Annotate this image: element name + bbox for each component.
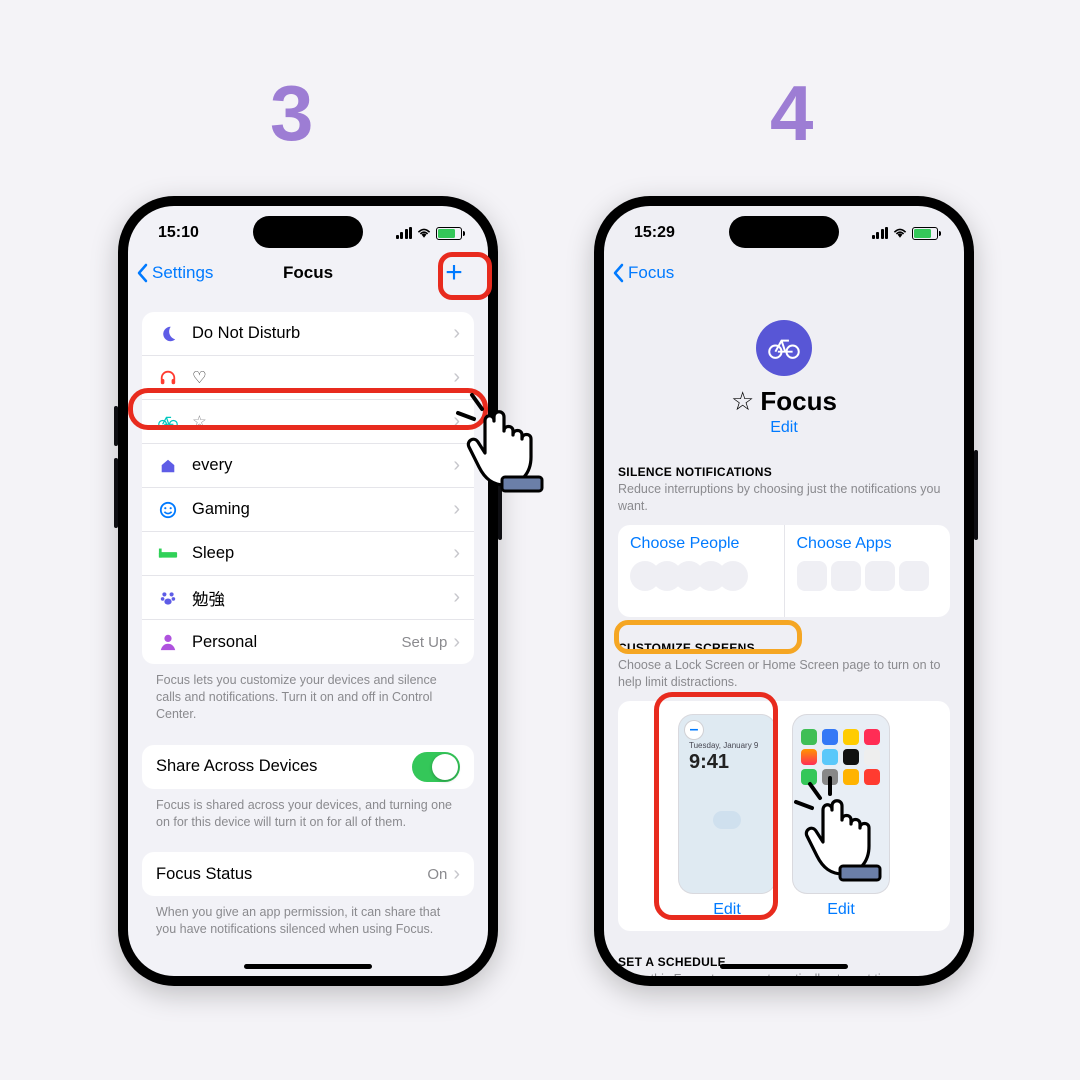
chevron-icon: › [453,454,460,477]
home-indicator[interactable] [244,964,372,969]
row-label: ♡ [192,368,453,388]
edit-link[interactable]: Edit [618,419,950,437]
customize-sub: Choose a Lock Screen or Home Screen page… [618,657,950,691]
dynamic-island [253,216,363,248]
silence-sub: Reduce interruptions by choosing just th… [618,481,950,515]
focus-footer: Focus lets you customize your devices an… [142,664,474,723]
share-row[interactable]: Share Across Devices [142,745,474,789]
lock-edit-link[interactable]: Edit [679,901,775,919]
chevron-icon: › [453,631,460,654]
battery-icon [436,227,462,240]
status-time: 15:29 [634,224,675,242]
paw-icon [156,589,180,607]
lock-date: Tuesday, January 9 [689,741,758,750]
silence-title: SILENCE NOTIFICATIONS [618,465,950,479]
share-label: Share Across Devices [156,757,412,776]
chevron-icon: › [453,863,460,886]
focus-row-dnd[interactable]: Do Not Disturb › [142,312,474,356]
share-toggle[interactable] [412,752,460,782]
chevron-icon: › [453,410,460,433]
chevron-icon: › [453,366,460,389]
focus-row-sleep[interactable]: Sleep › [142,532,474,576]
status-footer: When you give an app permission, it can … [142,896,474,938]
remove-icon[interactable]: – [685,721,703,739]
headphones-icon [156,369,180,387]
wifi-icon [892,227,908,239]
row-label: ☆ [192,412,453,432]
back-label: Settings [152,263,213,283]
row-label: Personal [192,633,401,652]
focus-hero: ☆ Focus Edit [618,296,950,437]
step-number-4: 4 [770,68,813,159]
row-label: 勉強 [192,586,453,610]
home-screen-preview[interactable]: Edit [793,715,889,919]
status-time: 15:10 [158,224,199,242]
choose-apps[interactable]: Choose Apps [785,525,951,617]
back-label: Focus [628,263,674,283]
status-row[interactable]: Focus Status On › [142,852,474,896]
status-card: Focus Status On › [142,852,474,896]
home-apps-grid [801,729,881,785]
row-label: every [192,456,453,475]
customize-card: – Tuesday, January 9 9:41 Edit [618,701,950,931]
chevron-icon: › [453,542,460,565]
chevron-icon: › [453,322,460,345]
add-button[interactable]: + [434,253,474,293]
focus-row-every[interactable]: every › [142,444,474,488]
home-edit-link[interactable]: Edit [793,901,889,919]
lock-screen-preview[interactable]: – Tuesday, January 9 9:41 Edit [679,715,775,919]
schedule-sub: Have this Focus turn on automatically at… [618,971,950,977]
share-card: Share Across Devices [142,745,474,789]
choose-people[interactable]: Choose People [618,525,785,617]
person-icon [156,633,180,651]
chevron-icon: › [453,498,460,521]
back-button[interactable]: Focus [612,263,674,283]
back-button[interactable]: Settings [136,263,213,283]
signal-icon [396,227,413,239]
choose-apps-label: Choose Apps [797,535,939,553]
house-icon [156,457,180,475]
nav-bar: Focus [604,250,964,296]
dynamic-island [729,216,839,248]
status-label: Focus Status [156,865,427,884]
wifi-icon [416,227,432,239]
home-indicator[interactable] [720,964,848,969]
choose-people-label: Choose People [630,535,772,553]
share-footer: Focus is shared across your devices, and… [142,789,474,831]
silence-card: Choose People Choose Apps [618,525,950,617]
status-value: On [427,866,447,883]
bed-icon [156,547,180,561]
lock-clock: 9:41 [689,751,729,774]
smile-icon [156,501,180,519]
nav-title: Focus [283,263,333,283]
focus-name: ☆ Focus [618,386,950,417]
focus-row-bike[interactable]: ☆ › [142,400,474,444]
row-label: Sleep [192,544,453,563]
focus-row-study[interactable]: 勉強 › [142,576,474,620]
phone-right: 15:29 Focus ☆ Focus Edit [594,196,974,986]
row-label: Do Not Disturb [192,324,453,343]
focus-row-personal[interactable]: Personal Set Up › [142,620,474,664]
people-placeholders [630,561,772,591]
customize-title: CUSTOMIZE SCREENS [618,641,950,655]
cloud-icon [713,811,741,829]
battery-icon [912,227,938,240]
bike-icon [156,414,180,430]
moon-icon [156,325,180,343]
row-label: Gaming [192,500,453,519]
apps-placeholders [797,561,939,591]
focus-row-heart[interactable]: ♡ › [142,356,474,400]
phone-left: 15:10 Settings Focus + Do Not Dis [118,196,498,986]
signal-icon [872,227,889,239]
nav-bar: Settings Focus + [128,250,488,296]
step-number-3: 3 [270,68,313,159]
focus-row-gaming[interactable]: Gaming › [142,488,474,532]
row-accessory: Set Up [401,634,447,651]
chevron-icon: › [453,586,460,609]
focus-list: Do Not Disturb › ♡ › ☆ › [142,312,474,664]
star-icon: ☆ [731,386,754,417]
focus-bubble [756,320,812,376]
